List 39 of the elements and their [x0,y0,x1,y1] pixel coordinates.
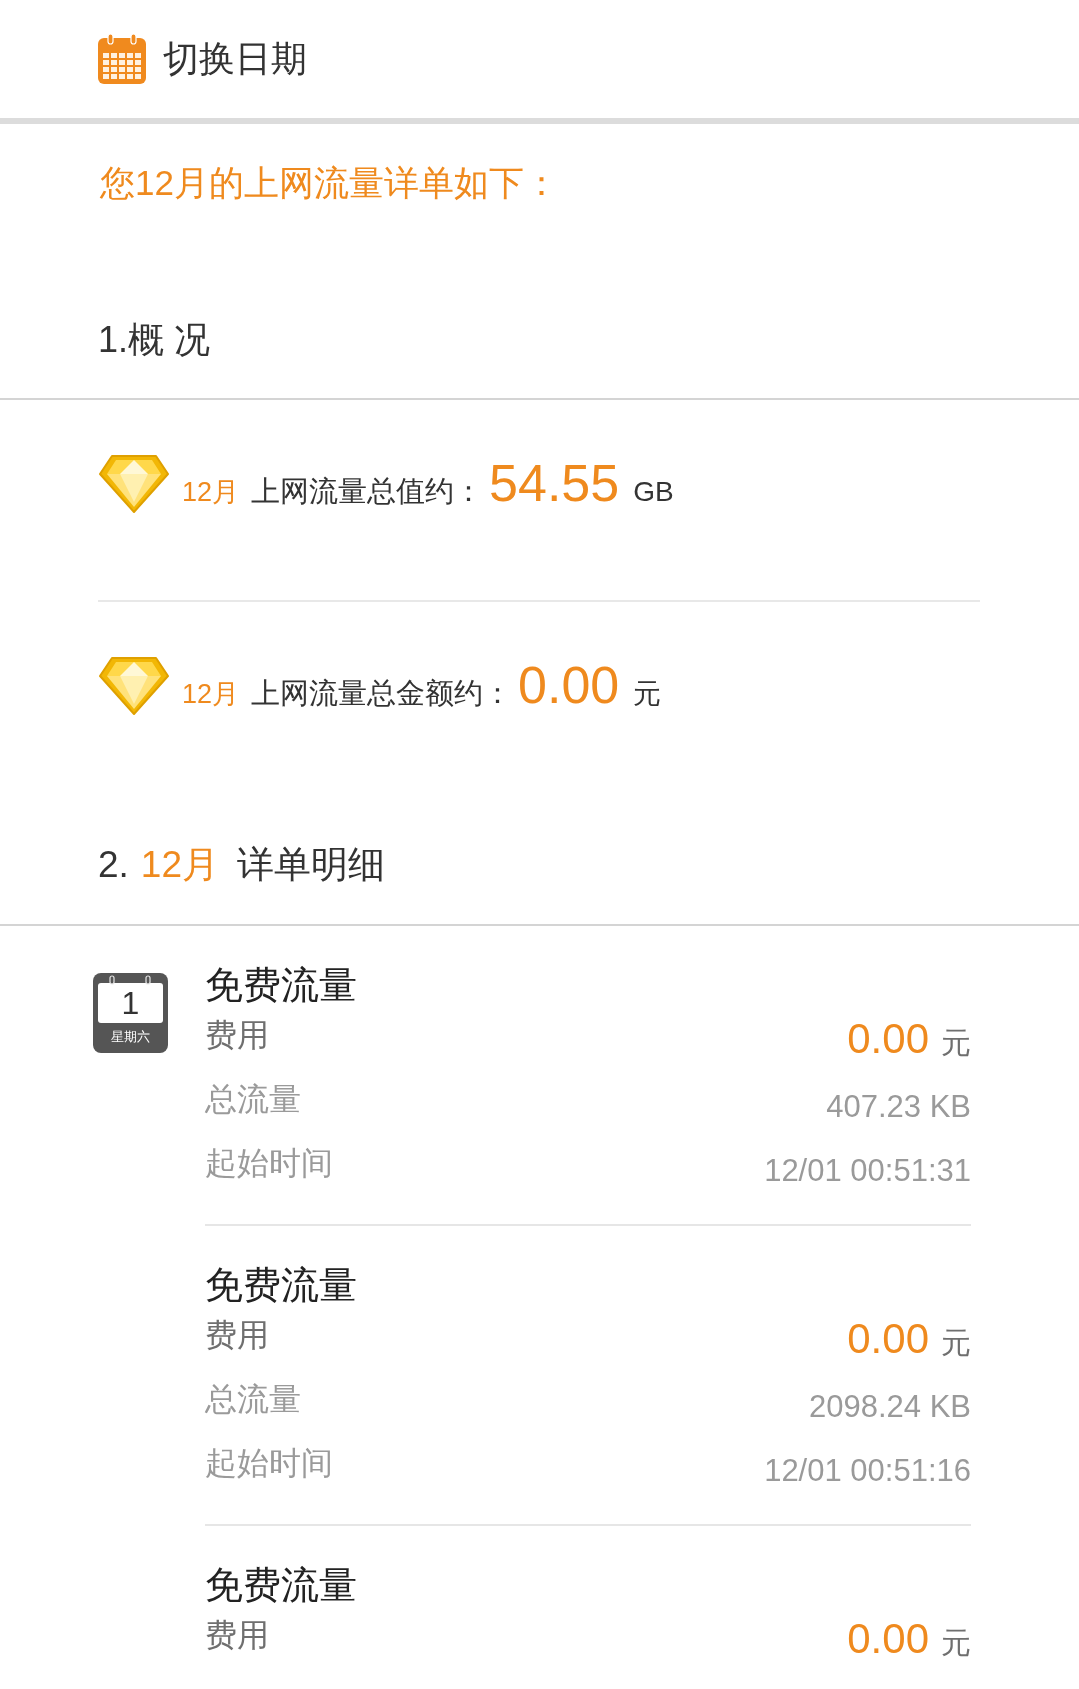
switch-date-button[interactable]: 切换日期 [98,34,307,84]
record-title: 免费流量 [205,1263,357,1307]
month-label: 12月 [182,677,240,711]
field-label: 费用 [205,1616,269,1655]
summary-value: 54.55 [489,456,620,509]
field-label: 费用 [205,1316,269,1355]
field-label: 起始时间 [205,1444,333,1483]
field-label: 总流量 [205,1380,301,1419]
weekday-label: 星期六 [110,1028,151,1046]
record-title: 免费流量 [205,1563,357,1607]
diamond-icon [98,454,170,514]
section-heading: 1.概 况 [98,318,211,362]
field-value: 12/01 00:51:31 [764,1152,971,1190]
field-value: 12/01 00:51:16 [764,1452,971,1490]
fee-value: 0.00 [847,1614,929,1664]
fee-value: 0.00 [847,1314,929,1364]
field-label: 费用 [205,1016,269,1055]
section-heading: 详单明细 [237,843,385,887]
month-label: 12月 [140,843,219,887]
field-label: 起始时间 [205,1144,333,1183]
unit-label: GB [633,475,674,508]
section-number: 2. [98,843,129,887]
unit-label: 元 [633,676,662,711]
fee-value: 0.00 [847,1014,929,1064]
summary-value: 0.00 [518,658,620,711]
unit-label: 元 [941,1325,971,1361]
summary-label: 上网流量总金额约： [251,675,513,711]
record-title: 免费流量 [205,963,357,1007]
intro-text: 您12月的上网流量详单如下： [100,162,559,204]
summary-label: 上网流量总值约： [251,473,484,509]
diamond-icon [98,656,170,716]
calendar-icon [98,34,146,84]
field-value: 407.23 KB [826,1088,971,1126]
unit-label: 元 [941,1625,971,1661]
field-label: 总流量 [205,1080,301,1119]
field-value: 2098.24 KB [808,1388,971,1426]
month-label: 12月 [182,475,240,509]
unit-label: 元 [941,1025,971,1061]
day-number: 1 [98,983,163,1023]
